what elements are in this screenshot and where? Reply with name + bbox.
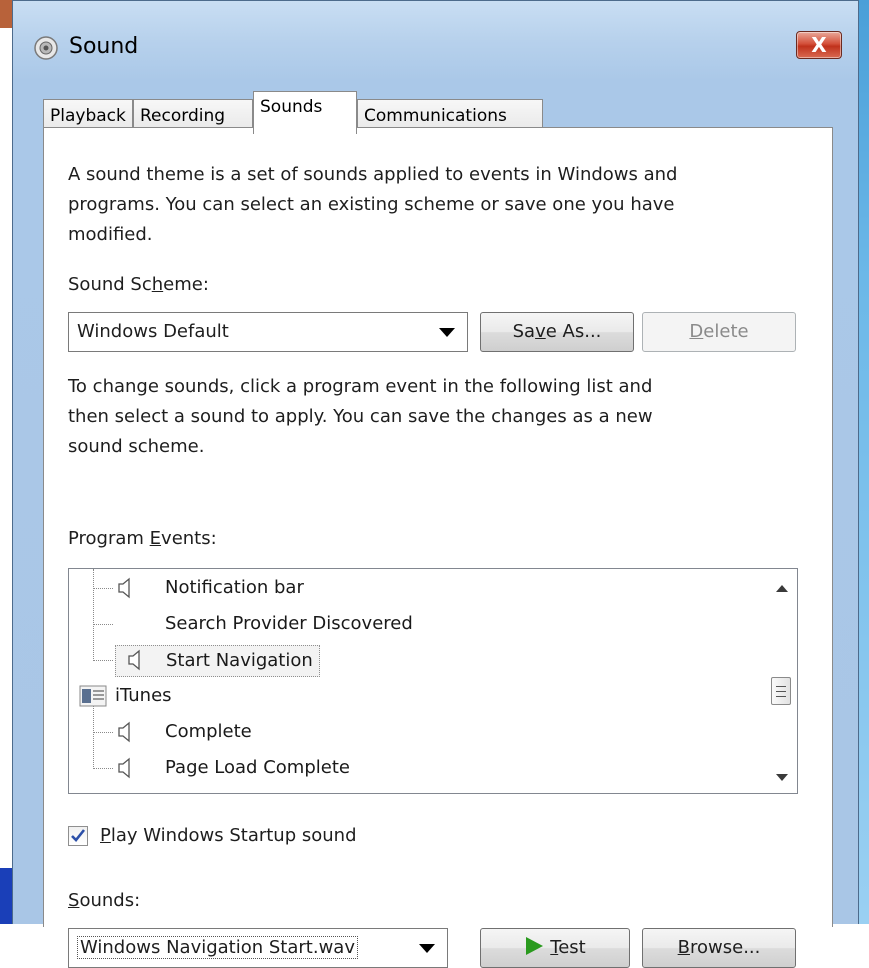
speaker-icon [118, 757, 130, 779]
desktop-background-right [859, 0, 869, 924]
window-title: Sound [69, 34, 139, 59]
tree-line [93, 732, 113, 733]
instructions-line: To change sounds, click a program event … [68, 376, 653, 397]
event-label: Search Provider Discovered [165, 613, 413, 634]
list-item[interactable]: Search Provider Discovered [69, 607, 759, 641]
dialog-client: Playback Recording Sounds Communications… [43, 85, 833, 968]
theme-description: A sound theme is a set of sounds applied… [68, 160, 808, 250]
close-button[interactable]: X [796, 31, 842, 59]
taskbar-edge [0, 868, 12, 924]
instructions-text: To change sounds, click a program event … [68, 372, 808, 462]
program-events-list[interactable]: Notification bar Search Provider Discove… [68, 568, 798, 794]
scroll-up-icon[interactable] [776, 585, 788, 592]
sound-scheme-value: Windows Default [77, 321, 229, 342]
description-line: programs. You can select an existing sch… [68, 194, 675, 215]
sound-file-dropdown[interactable]: Windows Navigation Start.wav [68, 928, 448, 968]
dropdown-arrow-icon [419, 944, 435, 953]
event-label: Page Load Complete [165, 757, 350, 778]
save-as-button[interactable]: Save As... [480, 312, 634, 352]
test-button[interactable]: Test [480, 928, 630, 968]
sounds-panel: A sound theme is a set of sounds applied… [43, 127, 833, 968]
close-icon: X [811, 33, 827, 57]
startup-sound-label[interactable]: Play Windows Startup sound [100, 825, 357, 846]
instructions-line: then select a sound to apply. You can sa… [68, 406, 653, 427]
description-line: modified. [68, 224, 153, 245]
desktop-background [0, 0, 12, 924]
app-icon [79, 685, 107, 707]
play-icon [526, 937, 544, 955]
scroll-thumb[interactable] [771, 677, 791, 705]
delete-button[interactable]: Delete [642, 312, 796, 352]
scroll-down-icon[interactable] [776, 774, 788, 781]
sound-icon [34, 36, 58, 60]
list-item[interactable]: Notification bar [69, 571, 759, 605]
sound-scheme-label: Sound Scheme: [68, 274, 209, 295]
list-item[interactable]: Page Load Complete [69, 751, 759, 785]
speaker-icon [128, 649, 140, 671]
sound-scheme-dropdown[interactable]: Windows Default [68, 312, 468, 352]
event-label: Notification bar [165, 577, 304, 598]
tab-sounds[interactable]: Sounds [253, 91, 357, 134]
speaker-icon [118, 721, 130, 743]
program-events-label: Program Events: [68, 528, 217, 549]
checkmark-icon [71, 829, 86, 842]
event-label: iTunes [115, 685, 172, 706]
speaker-icon [118, 577, 130, 599]
tree-line [93, 660, 113, 661]
dropdown-arrow-icon [439, 328, 455, 337]
list-item[interactable]: Complete [69, 715, 759, 749]
tree-line [93, 768, 113, 769]
sound-dialog: Sound X Playback Recording Sounds Commun… [12, 0, 859, 968]
sounds-label: Sounds: [68, 890, 141, 911]
tree-line [93, 588, 113, 589]
list-item-selected[interactable]: Start Navigation [69, 643, 759, 677]
events-scrollbar[interactable] [763, 569, 797, 793]
event-label: Complete [165, 721, 252, 742]
instructions-line: sound scheme. [68, 436, 205, 457]
startup-sound-checkbox[interactable] [68, 826, 88, 846]
tree-line [93, 624, 113, 625]
description-line: A sound theme is a set of sounds applied… [68, 164, 678, 185]
event-label: Start Navigation [115, 645, 320, 677]
list-item[interactable]: iTunes [69, 679, 759, 713]
browse-button[interactable]: Browse... [642, 928, 796, 968]
sound-file-value: Windows Navigation Start.wav [77, 936, 358, 959]
title-bar[interactable]: Sound X [13, 1, 858, 79]
tab-strip: Playback Recording Sounds Communications [43, 91, 833, 134]
